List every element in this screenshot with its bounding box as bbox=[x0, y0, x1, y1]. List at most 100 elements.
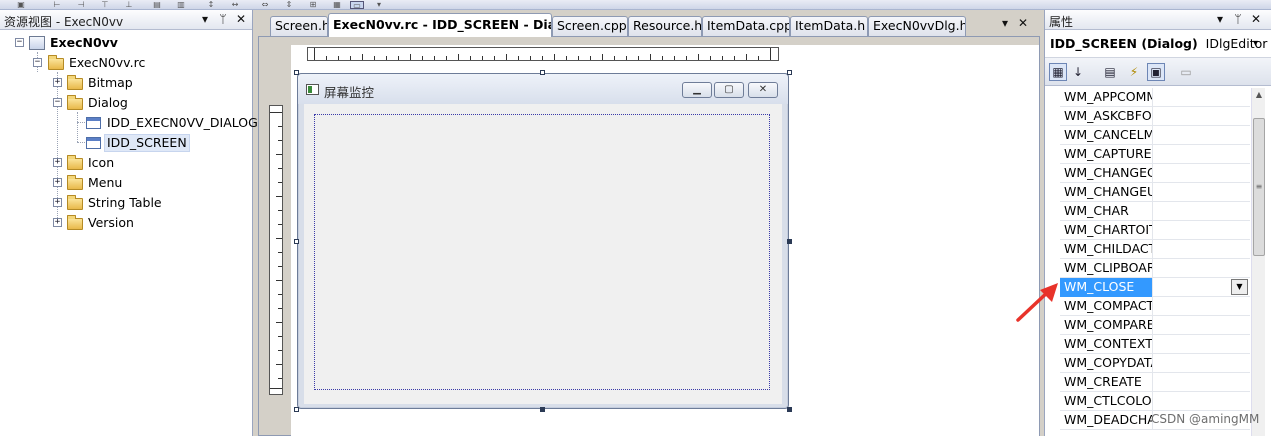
chevron-down-icon[interactable]: ▾ bbox=[372, 1, 386, 9]
object-selector[interactable]: IDD_SCREEN (Dialog) IDlgEditor ▾ bbox=[1045, 30, 1271, 58]
expand-icon[interactable]: + bbox=[53, 78, 62, 87]
dropdown-arrow-icon[interactable]: ▾ bbox=[1213, 12, 1227, 27]
toolbar-icon[interactable]: ▤ bbox=[150, 1, 164, 9]
properties-panel: 属性 ▾ ᛘ ✕ IDD_SCREEN (Dialog) IDlgEditor … bbox=[1044, 10, 1271, 436]
messages-icon[interactable]: ▣ bbox=[1147, 63, 1165, 81]
toolbar-icon[interactable]: ⇕ bbox=[282, 1, 296, 9]
message-row[interactable]: WM_CANCELM bbox=[1060, 126, 1250, 145]
toolbar-guides-icon[interactable]: ▭ bbox=[350, 1, 364, 9]
tree-item-project[interactable]: − ExecN0vv bbox=[0, 34, 252, 52]
vertical-ruler[interactable] bbox=[269, 105, 283, 395]
resize-handle[interactable] bbox=[540, 407, 545, 412]
toolbar-icon[interactable]: ⊥ bbox=[122, 1, 136, 9]
message-row[interactable]: WM_CHANGEU bbox=[1060, 183, 1250, 202]
tab-execn0vvdlg-h[interactable]: ExecN0vvDlg.h bbox=[868, 16, 966, 36]
dialog-client-area[interactable] bbox=[304, 104, 782, 404]
message-row[interactable]: WM_APPCOMM bbox=[1060, 88, 1250, 107]
horizontal-ruler[interactable] bbox=[307, 47, 779, 61]
tab-label: Screen.h bbox=[275, 18, 328, 33]
tab-list-dropdown-icon[interactable]: ▾ bbox=[998, 16, 1012, 31]
tab-idd-screen-dialog[interactable]: ExecN0vv.rc - IDD_SCREEN - Dialog bbox=[328, 13, 552, 37]
tree-item-label: Bitmap bbox=[88, 75, 133, 90]
properties-icon[interactable]: ▤ bbox=[1101, 63, 1119, 81]
message-name: WM_COPYDATA bbox=[1060, 354, 1153, 373]
folder-icon bbox=[67, 75, 83, 90]
message-row[interactable]: WM_COPYDATA bbox=[1060, 354, 1250, 373]
message-row[interactable]: WM_COMPARE bbox=[1060, 316, 1250, 335]
message-row[interactable]: WM_CHANGEC bbox=[1060, 164, 1250, 183]
dialog-preview[interactable]: 屏幕监控 ▁ ▢ ✕ bbox=[297, 73, 789, 409]
message-row[interactable]: WM_CLIPBOAR bbox=[1060, 259, 1250, 278]
message-name: WM_CONTEXT bbox=[1060, 335, 1153, 354]
tree-item-dialog[interactable]: − Dialog bbox=[0, 94, 252, 112]
expand-icon[interactable]: + bbox=[53, 178, 62, 187]
tab-label: Resource.h bbox=[633, 18, 702, 33]
tree-item-string-table[interactable]: + String Table bbox=[0, 194, 252, 212]
toolbar-icon[interactable]: ↔ bbox=[228, 1, 242, 9]
expand-icon[interactable]: + bbox=[53, 218, 62, 227]
message-row[interactable]: WM_CONTEXT bbox=[1060, 335, 1250, 354]
message-row[interactable]: WM_COMPACT bbox=[1060, 297, 1250, 316]
chevron-down-icon[interactable]: ▾ bbox=[1253, 30, 1258, 57]
tab-screen-cpp[interactable]: Screen.cpp bbox=[552, 16, 628, 36]
toolbar-icon[interactable]: ⇔ bbox=[258, 1, 272, 9]
handler-dropdown-icon[interactable]: ▼ bbox=[1231, 279, 1248, 295]
pin-icon[interactable]: ᛘ bbox=[1231, 12, 1245, 27]
message-name: WM_CHARTOIT bbox=[1060, 221, 1153, 240]
collapse-icon[interactable]: − bbox=[15, 38, 24, 47]
pin-icon[interactable]: ᛘ bbox=[216, 12, 230, 27]
alphabetical-icon[interactable]: ↓ bbox=[1069, 63, 1087, 81]
tree-item-bitmap[interactable]: + Bitmap bbox=[0, 74, 252, 92]
categorized-icon[interactable]: ▦ bbox=[1049, 63, 1067, 81]
message-row[interactable]: WM_CREATE bbox=[1060, 373, 1250, 392]
tab-itemdata-h[interactable]: ItemData.h bbox=[790, 16, 868, 36]
resize-handle[interactable] bbox=[787, 239, 792, 244]
message-row[interactable]: WM_CAPTUREC bbox=[1060, 145, 1250, 164]
close-icon[interactable]: ✕ bbox=[234, 12, 248, 27]
tab-label: ExecN0vv.rc - IDD_SCREEN - Dialog bbox=[333, 17, 551, 32]
tab-screen-h[interactable]: Screen.h bbox=[270, 16, 328, 36]
scroll-up-icon[interactable]: ▲ bbox=[1252, 88, 1266, 102]
tree-item-idd-execn0vv-dialog[interactable]: IDD_EXECN0VV_DIALOG bbox=[0, 114, 258, 132]
resource-view-header: 资源视图 - ExecN0vv ▾ ᛘ ✕ bbox=[0, 10, 252, 30]
message-row[interactable]: WM_CHARTOIT bbox=[1060, 221, 1250, 240]
collapse-icon[interactable]: − bbox=[33, 58, 42, 67]
message-row[interactable]: WM_ASKCBFOF bbox=[1060, 107, 1250, 126]
scroll-thumb[interactable]: ≡ bbox=[1253, 118, 1265, 256]
properties-scrollbar[interactable]: ▲ ≡ bbox=[1251, 88, 1265, 436]
message-name: WM_CLOSE bbox=[1060, 278, 1153, 297]
tree-item-rc-file[interactable]: − ExecN0vv.rc bbox=[0, 54, 252, 72]
maximize-icon[interactable]: ▢ bbox=[714, 82, 744, 98]
toolbar-icon[interactable]: ▣ bbox=[14, 1, 28, 9]
expand-icon[interactable]: + bbox=[53, 158, 62, 167]
tab-resource-h[interactable]: Resource.h bbox=[628, 16, 702, 36]
tree-item-version[interactable]: + Version bbox=[0, 214, 252, 232]
tree-item-menu[interactable]: + Menu bbox=[0, 174, 252, 192]
message-row[interactable]: WM_CLOSE ▼ bbox=[1060, 278, 1250, 297]
tab-itemdata-cpp[interactable]: ItemData.cpp bbox=[702, 16, 790, 36]
toolbar-icon[interactable]: ⊣ bbox=[74, 1, 88, 9]
tree-item-idd-screen[interactable]: IDD_SCREEN bbox=[0, 134, 252, 152]
toolbar-icon[interactable]: ▥ bbox=[174, 1, 188, 9]
toolbar-grid-icon[interactable]: ▦ bbox=[330, 1, 344, 9]
events-lightning-icon[interactable]: ⚡ bbox=[1125, 63, 1143, 81]
dropdown-arrow-icon[interactable]: ▾ bbox=[198, 12, 212, 27]
toolbar-icon[interactable]: ⊤ bbox=[98, 1, 112, 9]
close-icon[interactable]: ✕ bbox=[1016, 16, 1030, 31]
tree-item-icon[interactable]: + Icon bbox=[0, 154, 252, 172]
message-row[interactable]: WM_CTLCOLOF bbox=[1060, 392, 1250, 411]
minimize-icon[interactable]: ▁ bbox=[682, 82, 712, 98]
message-row[interactable]: WM_CHAR bbox=[1060, 202, 1250, 221]
toolbar-icon[interactable]: ⊢ bbox=[50, 1, 64, 9]
close-icon[interactable]: ✕ bbox=[1249, 12, 1263, 27]
collapse-icon[interactable]: − bbox=[53, 98, 62, 107]
message-row[interactable]: WM_CHILDACT bbox=[1060, 240, 1250, 259]
resize-handle[interactable] bbox=[787, 407, 792, 412]
toolbar-icon[interactable]: ↕ bbox=[204, 1, 218, 9]
property-pages-icon[interactable]: ▭ bbox=[1177, 63, 1195, 81]
toolbar-icon[interactable]: ⊞ bbox=[306, 1, 320, 9]
close-icon[interactable]: ✕ bbox=[748, 82, 778, 98]
expand-icon[interactable]: + bbox=[53, 198, 62, 207]
message-name: WM_ASKCBFOF bbox=[1060, 107, 1153, 126]
dialog-titlebar[interactable]: 屏幕监控 ▁ ▢ ✕ bbox=[298, 74, 788, 104]
